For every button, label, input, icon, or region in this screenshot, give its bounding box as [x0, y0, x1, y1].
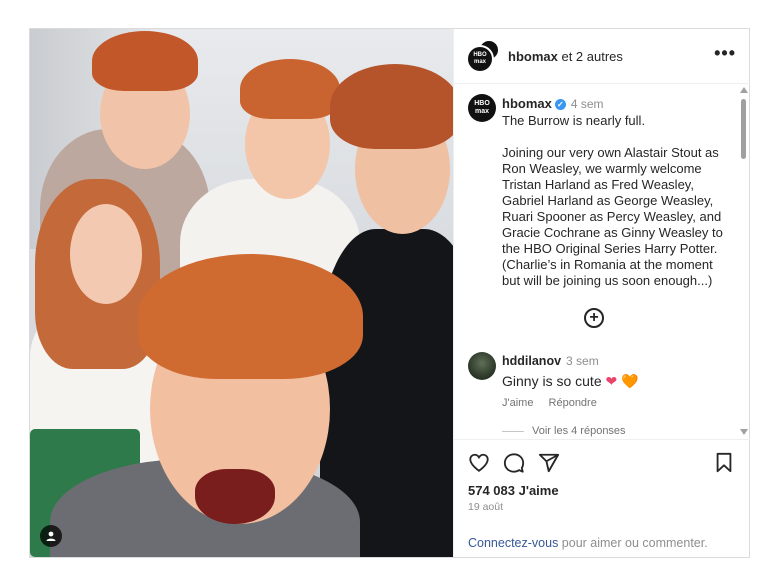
logo-text-hbo: HBO [473, 52, 487, 58]
post-side-panel: HBO max hbomax et 2 autres ••• HBO max h… [453, 29, 750, 557]
hbomax-avatar[interactable]: HBO max [466, 45, 494, 73]
view-replies-button[interactable]: Voir les 4 réponses [502, 425, 626, 437]
scroll-down-arrow[interactable] [740, 429, 748, 435]
comment-time[interactable]: 3 sem [566, 354, 599, 368]
header-username[interactable]: hbomax [508, 49, 558, 64]
heart-icon[interactable] [468, 452, 490, 474]
post-date[interactable]: 19 août [468, 501, 503, 513]
likes-count[interactable]: 574 083 J'aime [468, 483, 559, 498]
logo-text-max: max [473, 59, 486, 65]
caption-username[interactable]: hbomax [502, 96, 552, 111]
load-more-comments-icon[interactable]: + [584, 308, 604, 328]
caption-text: The Burrow is nearly full. Joining our v… [502, 113, 723, 288]
heart-emoji-orange: 🧡 [621, 373, 639, 389]
header-coauthors[interactable]: et 2 autres [561, 49, 622, 64]
login-link[interactable]: Connectez-vous [468, 536, 558, 550]
comment-like-button[interactable]: J'aime [502, 397, 533, 409]
comment-header: hddilanov 3 sem [502, 354, 599, 368]
user-icon [46, 531, 56, 541]
share-icon[interactable] [538, 452, 560, 474]
login-prompt: Connectez-vous pour aimer ou commenter. [468, 536, 708, 550]
instagram-post: HBO max hbomax et 2 autres ••• HBO max h… [29, 28, 750, 558]
post-header: HBO max hbomax et 2 autres ••• [454, 29, 750, 84]
commenter-avatar[interactable] [468, 352, 496, 380]
tagged-users-button[interactable] [40, 525, 62, 547]
caption-avatar[interactable]: HBO max [468, 94, 496, 122]
comment-username[interactable]: hddilanov [502, 354, 561, 368]
person-back-left-hair [92, 31, 198, 91]
post-actions: 574 083 J'aime 19 août Connectez-vous po… [454, 439, 750, 558]
header-account[interactable]: hbomax et 2 autres [508, 49, 623, 64]
person-front-mouth [195, 469, 275, 524]
comment-actions: J'aime Répondre [502, 397, 609, 409]
person-front-hair [138, 254, 363, 379]
replies-divider [502, 430, 524, 432]
bookmark-icon[interactable] [714, 452, 734, 474]
login-rest: pour aimer ou commenter. [558, 536, 708, 550]
scroll-thumb[interactable] [741, 99, 746, 159]
comment-reply-button[interactable]: Répondre [549, 397, 597, 409]
scroll-up-arrow[interactable] [740, 87, 748, 93]
view-replies-label: Voir les 4 réponses [532, 425, 626, 437]
person-middle-hair [240, 59, 340, 119]
more-options-icon[interactable]: ••• [714, 43, 736, 64]
comment-body: Ginny is so cute [502, 373, 602, 389]
logo-text-hbo: HBO [474, 100, 490, 107]
post-photo[interactable] [30, 29, 453, 557]
likes-number: 574 083 [468, 483, 515, 498]
person-girl-face [70, 204, 142, 304]
comments-section[interactable]: HBO max hbomax ✓ 4 sem The Burrow is nearl… [454, 84, 750, 439]
logo-text-max: max [474, 108, 489, 115]
person-right-hair [330, 64, 453, 149]
verified-icon: ✓ [554, 99, 566, 110]
comments-scrollbar[interactable] [739, 85, 748, 437]
caption-time[interactable]: 4 sem [571, 97, 604, 111]
comment-icon[interactable] [503, 452, 525, 474]
heart-emoji-pink: ❤ [605, 373, 618, 389]
caption-header: hbomax ✓ 4 sem [502, 96, 604, 111]
comment-text: Ginny is so cute ❤ 🧡 [502, 373, 639, 390]
likes-label: J'aime [518, 483, 559, 498]
